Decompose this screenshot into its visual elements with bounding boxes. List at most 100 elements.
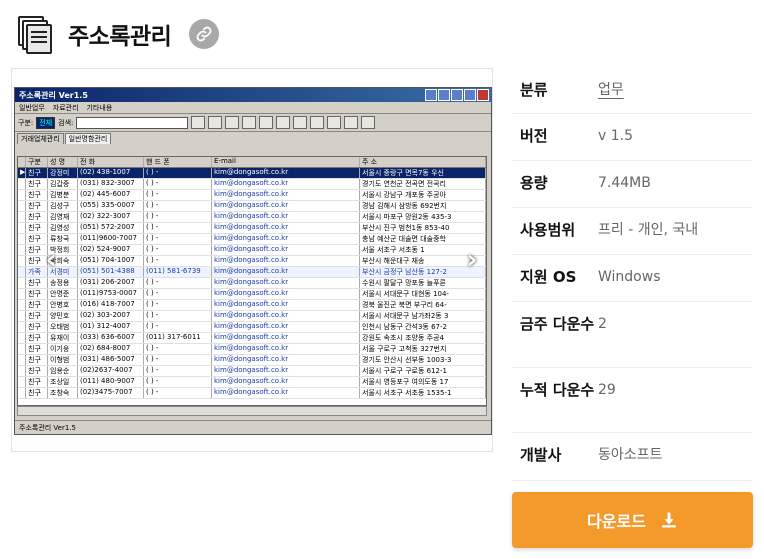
info-key: 누적 다운수	[520, 381, 595, 399]
table-cell: 친구	[26, 311, 48, 321]
table-row: 친구 조상일 (011) 480-9007( ) - kim@dongasoft.co…	[18, 377, 486, 388]
table-cell: 안병호	[48, 300, 78, 310]
link-icon	[196, 26, 212, 42]
table-cell: kim@dongasoft.co.kr	[212, 322, 360, 332]
table-cell: kim@dongasoft.co.kr	[212, 311, 360, 321]
table-cell: kim@dongasoft.co.kr	[212, 355, 360, 365]
table-cell: ( ) -	[144, 256, 212, 266]
table-cell: 친구	[26, 234, 48, 244]
table-cell: 경기도 안산시 선부동 1003-3	[360, 355, 486, 365]
info-value: 29	[598, 382, 616, 398]
address-book-icon	[16, 14, 54, 54]
app-window-screenshot: 주소록관리 Ver1.5 일반업무 자료관리 기타내용 구분: 전체 검색: 거…	[14, 87, 492, 435]
table-cell: (02) 524-9007	[78, 245, 144, 255]
info-row: 사용범위 프리 - 개인, 국내	[512, 208, 752, 255]
table-cell: kim@dongasoft.co.kr	[212, 168, 360, 178]
table-cell: ( ) -	[144, 234, 212, 244]
category-link[interactable]: 업무	[598, 78, 624, 102]
table-cell: (02) 322-3007	[78, 212, 144, 222]
table-cell: ( ) -	[144, 245, 212, 255]
table-cell: kim@dongasoft.co.kr	[212, 256, 360, 266]
table-cell: 송정용	[48, 278, 78, 288]
download-label: 다운로드	[587, 512, 646, 531]
info-value: 동아소프트	[598, 447, 663, 463]
table-cell: (011)9600-7007	[78, 234, 144, 244]
carousel-prev-button[interactable]: ‹	[40, 245, 62, 275]
grid-scrollbar	[17, 406, 487, 416]
table-cell: ( ) -	[144, 278, 212, 288]
table-cell: (033) 636-6007	[78, 333, 144, 343]
table-row: 친구 안명준 (011)9753-0007( ) - kim@dongasoft.co…	[18, 289, 486, 300]
info-value: 7.44MB	[598, 175, 651, 191]
table-cell: 서울시 마포구 망원2동 435-3	[360, 212, 486, 222]
table-cell: (02) 303-2007	[78, 311, 144, 321]
page-header: 주소록관리	[16, 12, 220, 56]
download-button[interactable]: 다운로드	[512, 492, 753, 548]
page-title: 주소록관리	[68, 24, 172, 50]
chevron-left-icon: ‹	[45, 245, 57, 275]
info-row: 개발사 동아소프트	[512, 433, 752, 481]
table-cell: ( ) -	[144, 311, 212, 321]
carousel-next-button[interactable]: ›	[461, 245, 483, 275]
window-titlebar: 주소록관리 Ver1.5	[15, 88, 491, 102]
table-cell: (055) 335-0007	[78, 201, 144, 211]
table-cell: 친구	[26, 289, 48, 299]
table-cell: 김영성	[48, 223, 78, 233]
info-key: 용량	[520, 174, 548, 192]
menu-item: 일반업무	[19, 103, 45, 112]
window-title: 주소록관리 Ver1.5	[19, 90, 88, 100]
table-cell: (031) 832-3007	[78, 179, 144, 189]
table-cell: 인천시 남동구 간석3동 67-2	[360, 322, 486, 332]
table-row: 친구 송정용 (031) 206-2007( ) - kim@dongasoft.co…	[18, 278, 486, 289]
table-cell: ( ) -	[144, 201, 212, 211]
table-cell: kim@dongasoft.co.kr	[212, 245, 360, 255]
table-cell: kim@dongasoft.co.kr	[212, 212, 360, 222]
table-cell: kim@dongasoft.co.kr	[212, 344, 360, 354]
table-row: 친구 박희숙 (051) 704-1007( ) - kim@dongasoft.co…	[18, 256, 486, 267]
table-row: 친구 김영재 (02) 322-3007( ) - kim@dongasoft.co.…	[18, 212, 486, 223]
table-cell: 친구	[26, 388, 48, 398]
table-cell: 친구	[26, 212, 48, 222]
table-row: 친구 박정희 (02) 524-9007( ) - kim@dongasoft.co.…	[18, 245, 486, 256]
chevron-right-icon: ›	[466, 245, 478, 275]
table-cell: ( ) -	[144, 355, 212, 365]
table-cell: kim@dongasoft.co.kr	[212, 289, 360, 299]
table-row: 친구 이기웅 (02) 684-8007( ) - kim@dongasoft.co.…	[18, 344, 486, 355]
address-grid: 구분 성 명 전 화 핸 드 폰 E-mail 주 소 ▶ 친구 강정미 (02) 4…	[17, 156, 487, 406]
table-cell: 친구	[26, 322, 48, 332]
table-cell: kim@dongasoft.co.kr	[212, 366, 360, 376]
info-value: 2	[598, 316, 607, 332]
table-cell: 부산시 진구 범천1동 853-40	[360, 223, 486, 233]
table-row: 친구 조창숙 (02)3475-7007( ) - kim@dongasoft.co.…	[18, 388, 486, 399]
table-cell: 친구	[26, 278, 48, 288]
table-cell: 경기도 연천군 전곡면 전곡리	[360, 179, 486, 189]
table-row: 친구 유재이 (033) 636-6007 (011) 317-6011 kim@don…	[18, 333, 486, 344]
table-cell: 친구	[26, 344, 48, 354]
info-value: Windows	[598, 269, 661, 285]
table-cell: ( ) -	[144, 212, 212, 222]
table-cell: ( ) -	[144, 366, 212, 376]
table-row: 친구 김성구 (055) 335-0007( ) - kim@dongasoft.co…	[18, 201, 486, 212]
table-cell: ( ) -	[144, 190, 212, 200]
table-cell: 양민호	[48, 311, 78, 321]
table-cell: 친구	[26, 333, 48, 343]
info-row: 용량 7.44MB	[512, 161, 752, 208]
table-cell: (02) 684-8007	[78, 344, 144, 354]
info-row: 분류 업무	[512, 68, 752, 114]
table-cell: 조창숙	[48, 388, 78, 398]
table-row: 친구 오태범 (01) 312-4007( ) - kim@dongasoft.co.…	[18, 322, 486, 333]
table-cell: (051) 704-1007	[78, 256, 144, 266]
screenshot-carousel: 주소록관리 Ver1.5 일반업무 자료관리 기타내용 구분: 전체 검색: 거…	[11, 68, 493, 452]
copy-link-button[interactable]	[189, 19, 220, 49]
table-row: 친구 양민호 (02) 303-2007( ) - kim@dongasoft.co.…	[18, 311, 486, 322]
table-cell: 서울시 서대문구 남가좌2동 3	[360, 311, 486, 321]
table-cell: (051) 572-2007	[78, 223, 144, 233]
table-cell: 임용순	[48, 366, 78, 376]
table-cell: 강정미	[48, 168, 78, 178]
table-cell: 친구	[26, 179, 48, 189]
table-cell: (011) 581-6739	[144, 267, 212, 277]
table-cell: 류창국	[48, 234, 78, 244]
table-cell: (051) 501-4388	[78, 267, 144, 277]
table-cell: kim@dongasoft.co.kr	[212, 377, 360, 387]
table-row: 친구 김병분 (02) 445-6007( ) - kim@dongasoft.co.…	[18, 190, 486, 201]
